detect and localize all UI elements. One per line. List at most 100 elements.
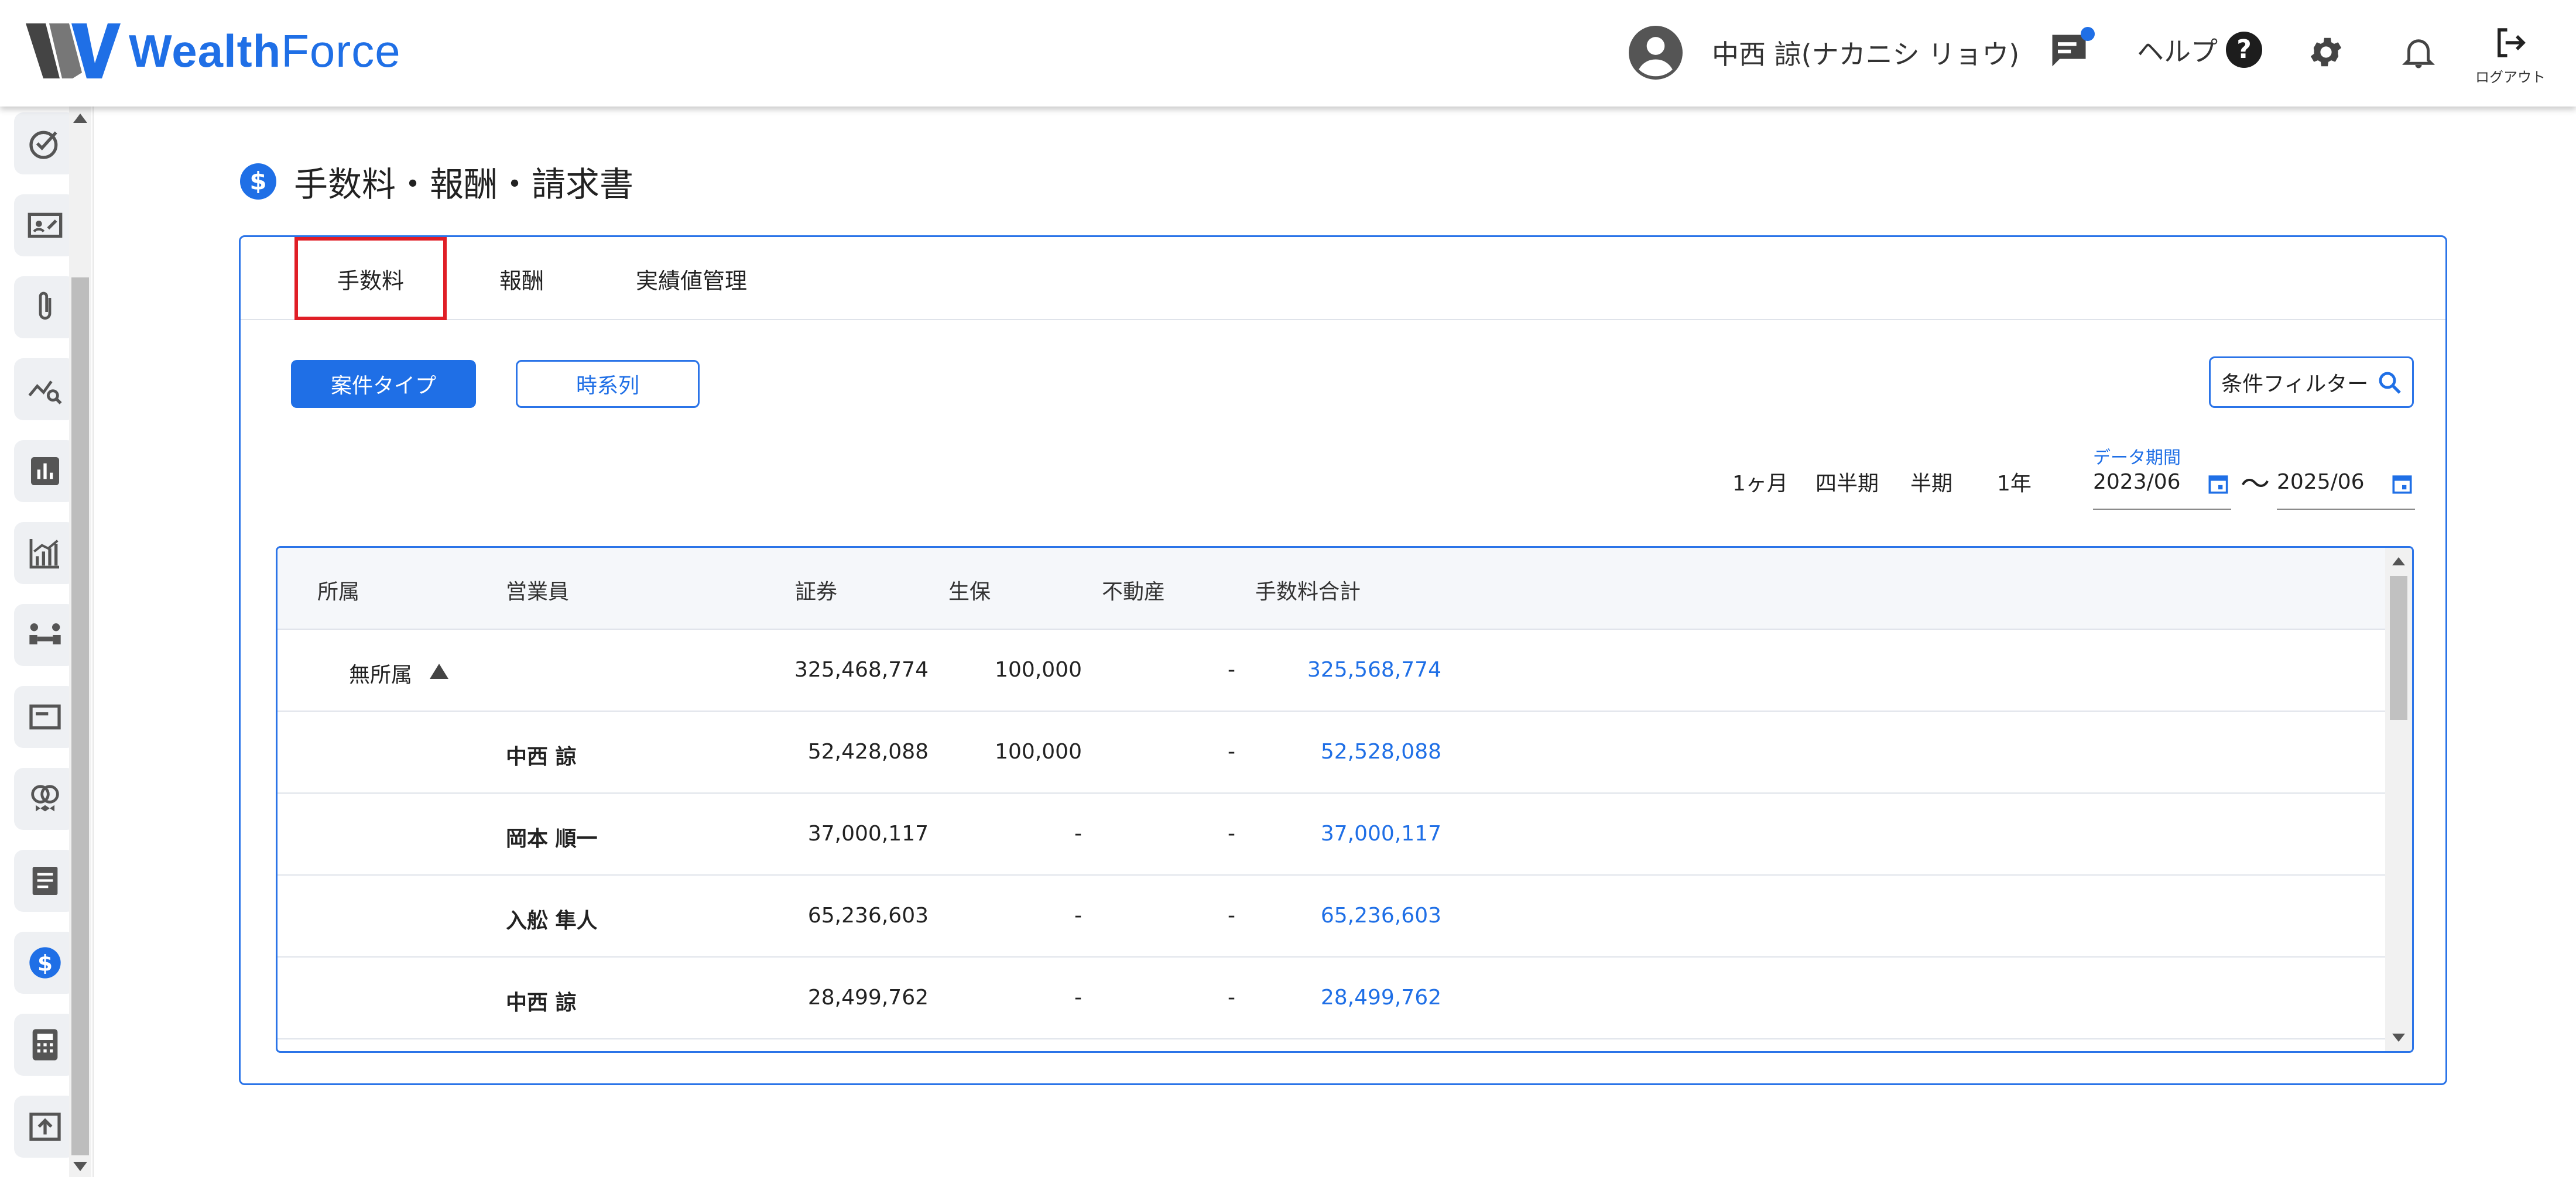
column-header-securities[interactable]: 証券 <box>795 575 837 605</box>
period-1-year[interactable]: 1年 <box>1997 466 2032 497</box>
sidebar-item-fees[interactable]: $ <box>14 932 76 994</box>
condition-filter-button[interactable]: 条件フィルター <box>2209 356 2414 408</box>
cell-fee-total-link[interactable]: 28,499,762 <box>1321 986 1441 1010</box>
help-icon: ? <box>2226 32 2262 68</box>
cell-life-insurance: 100,000 <box>995 658 1082 682</box>
cell-securities: 65,236,603 <box>807 904 929 928</box>
start-date-value: 2023/06 <box>2093 470 2181 494</box>
date-separator: 〜 <box>2241 467 2270 501</box>
meeting-icon <box>29 623 61 644</box>
table-row[interactable]: 入舩 隼人 65,236,603 - - 65,236,603 <box>278 876 2389 958</box>
sidebar-item-customers[interactable] <box>14 194 76 256</box>
scroll-down-arrow-icon[interactable] <box>73 1162 87 1171</box>
column-header-staff[interactable]: 営業員 <box>506 575 569 605</box>
scroll-down-arrow-icon[interactable] <box>2392 1034 2405 1042</box>
app-header: WealthForce 中西 諒(ナカニシ リョウ) ヘルプ ? ログアウト <box>0 0 2576 107</box>
cell-life-insurance: - <box>1074 904 1082 928</box>
table-row[interactable]: 中西 諒 28,499,762 - - 28,499,762 <box>278 958 2389 1039</box>
sidebar-scrollbar[interactable] <box>69 107 91 1177</box>
sidebar-item-attachments[interactable] <box>14 276 76 338</box>
cell-staff: 中西 諒 <box>506 991 577 1015</box>
calendar-icon[interactable] <box>2205 471 2231 497</box>
sidebar-item-matching[interactable] <box>14 768 76 830</box>
column-header-fee-total[interactable]: 手数料合計 <box>1255 575 1361 605</box>
user-menu[interactable]: 中西 諒(ナカニシ リョウ) <box>1629 26 2019 80</box>
case-type-button[interactable]: 案件タイプ <box>291 360 476 408</box>
cell-securities: 52,428,088 <box>807 740 929 764</box>
logout-button[interactable]: ログアウト <box>2475 23 2546 94</box>
logout-label: ログアウト <box>2475 69 2546 85</box>
cell-real-estate: - <box>1228 822 1235 846</box>
upload-icon <box>29 1113 61 1141</box>
settings-button[interactable] <box>2307 33 2345 71</box>
cell-fee-total-link[interactable]: 325,568,774 <box>1307 658 1441 682</box>
page-title-text: 手数料・報酬・請求書 <box>294 164 634 204</box>
column-header-real-estate[interactable]: 不動産 <box>1102 575 1165 605</box>
time-series-button[interactable]: 時系列 <box>516 360 700 408</box>
user-name: 中西 諒(ナカニシ リョウ) <box>1712 39 2020 70</box>
calculator-icon <box>32 1029 58 1061</box>
notification-dot <box>2081 27 2095 41</box>
search-icon <box>2379 372 2401 394</box>
sidebar-item-reports[interactable] <box>14 440 76 502</box>
gear-icon <box>2310 37 2342 67</box>
sidebar-item-cards[interactable] <box>14 686 76 748</box>
chart-search-icon <box>28 380 62 404</box>
dollar-icon: $ <box>240 163 276 200</box>
table-row[interactable]: 中西 諒 52,428,088 100,000 - 52,528,088 <box>278 712 2389 794</box>
scroll-up-arrow-icon[interactable] <box>73 114 87 123</box>
cell-life-insurance: - <box>1074 986 1082 1010</box>
table-row[interactable]: 無所属 325,468,774 100,000 - 325,568,774 <box>278 630 2389 712</box>
cell-securities: 28,499,762 <box>807 986 929 1010</box>
chat-button[interactable] <box>2047 27 2095 74</box>
svg-text:$: $ <box>37 950 53 976</box>
scroll-up-arrow-icon[interactable] <box>2392 557 2405 565</box>
card-icon <box>29 704 61 730</box>
cell-fee-total-link[interactable]: 37,000,117 <box>1321 822 1441 846</box>
notifications-button[interactable] <box>2399 32 2438 73</box>
end-date-value: 2025/06 <box>2277 470 2365 494</box>
tab-performance-management[interactable]: 実績値管理 <box>615 237 768 320</box>
sidebar-item-performance[interactable] <box>14 522 76 584</box>
table-scrollbar[interactable] <box>2385 548 2412 1051</box>
cell-staff: 岡本 順一 <box>506 827 598 851</box>
calendar-icon[interactable] <box>2389 471 2415 497</box>
tab-fees[interactable]: 手数料 <box>294 237 447 320</box>
sidebar-item-calculator[interactable] <box>14 1014 76 1076</box>
document-icon <box>32 867 58 895</box>
cell-staff: 入舩 隼人 <box>506 909 598 933</box>
sidebar-item-analysis[interactable] <box>14 358 76 420</box>
sidebar-item-tasks[interactable] <box>14 112 76 174</box>
rings-icon <box>31 785 59 812</box>
sidebar-item-documents[interactable] <box>14 850 76 912</box>
column-header-department[interactable]: 所属 <box>317 575 359 605</box>
sidebar-item-upload[interactable] <box>14 1096 76 1158</box>
cell-fee-total-link[interactable]: 52,528,088 <box>1321 740 1441 764</box>
column-header-life-insurance[interactable]: 生保 <box>948 575 991 605</box>
cell-real-estate: - <box>1228 740 1235 764</box>
period-1-month[interactable]: 1ヶ月 <box>1732 466 1788 497</box>
period-half-year[interactable]: 半期 <box>1910 466 1952 497</box>
tab-bar: 手数料 報酬 実績値管理 <box>241 237 2445 320</box>
dollar-icon: $ <box>29 947 61 979</box>
scrollbar-thumb[interactable] <box>71 277 89 1155</box>
cell-department: 無所属 <box>349 663 413 687</box>
start-date-field[interactable]: 2023/06 <box>2093 470 2231 510</box>
fees-card: 手数料 報酬 実績値管理 案件タイプ 時系列 条件フィルター 1ヶ月 四半期 半… <box>239 235 2447 1085</box>
cell-life-insurance: - <box>1074 822 1082 846</box>
end-date-field[interactable]: 2025/06 <box>2277 470 2415 510</box>
scrollbar-thumb[interactable] <box>2390 576 2407 720</box>
cell-fee-total-link[interactable]: 65,236,603 <box>1321 904 1441 928</box>
table-row[interactable]: 岡本 順一 37,000,117 - - 37,000,117 <box>278 794 2389 876</box>
collapse-triangle-icon[interactable] <box>430 664 448 679</box>
period-quarter[interactable]: 四半期 <box>1815 466 1879 497</box>
bell-icon <box>2402 39 2435 68</box>
wealthforce-logo[interactable]: WealthForce <box>26 22 401 80</box>
help-button[interactable]: ヘルプ ? <box>2137 30 2262 69</box>
sidebar: $ <box>0 107 94 1177</box>
tab-rewards[interactable]: 報酬 <box>475 237 568 320</box>
user-avatar-icon <box>1629 26 1683 80</box>
data-period-label: データ期間 <box>2093 448 2181 468</box>
sidebar-item-meetings[interactable] <box>14 604 76 666</box>
cell-staff: 中西 諒 <box>506 745 577 769</box>
